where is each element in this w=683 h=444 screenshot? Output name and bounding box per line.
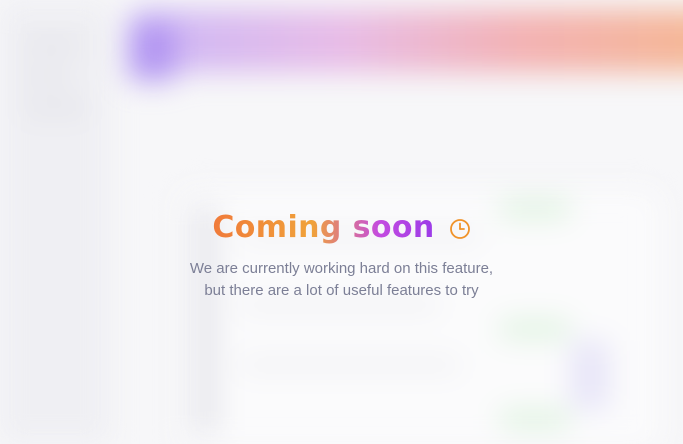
message-line-2: but there are a lot of useful features t… xyxy=(204,282,479,299)
message-line-1: We are currently working hard on this fe… xyxy=(189,260,494,277)
coming-soon-screen: Coming soon We are currently working har… xyxy=(0,0,683,444)
coming-soon-message: We are currently working hard on this fe… xyxy=(0,258,683,302)
coming-soon-title: Coming soon xyxy=(212,207,434,249)
coming-soon-content: Coming soon We are currently working har… xyxy=(0,0,683,444)
title-row: Coming soon xyxy=(0,207,683,249)
clock-icon xyxy=(449,218,471,240)
